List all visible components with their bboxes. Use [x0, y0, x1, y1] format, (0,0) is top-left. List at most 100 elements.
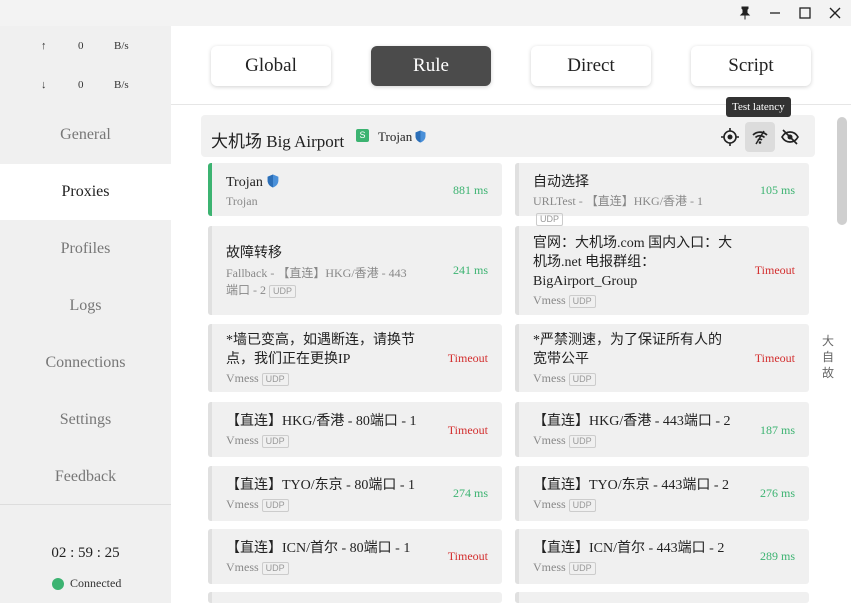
- test-latency-icon[interactable]: [745, 122, 775, 152]
- proxy-type: Vmess UDP: [533, 432, 723, 449]
- proxy-card[interactable]: 【直连】HKG/香港 - 80端口 - 1 Vmess UDP Timeout: [208, 402, 502, 457]
- proxy-type: Trojan: [226, 193, 416, 210]
- sidebar-item-general[interactable]: General: [0, 107, 171, 163]
- proxy-card[interactable]: Trojan Trojan 881 ms: [208, 163, 502, 216]
- minimize-icon[interactable]: [764, 4, 786, 22]
- proxy-card[interactable]: 官网：大机场.com 国内入口：大机场.net 电报群组：BigAirport_…: [515, 226, 809, 315]
- proxy-name-text: *墙已变高，如遇断连，请换节点，我们正在更换IP: [226, 333, 415, 367]
- selection-bar: [208, 466, 212, 521]
- udp-badge: UDP: [568, 498, 596, 512]
- selection-bar: [515, 402, 519, 457]
- latency-value[interactable]: Timeout: [755, 263, 795, 278]
- proxy-type-text: URLTest - 【直连】HKG/香港 - 1: [533, 194, 704, 208]
- download-arrow-icon: ↓: [41, 79, 47, 91]
- proxy-name-text: 【直连】HKG/香港 - 80端口 - 1: [226, 414, 417, 429]
- proxy-name-text: *严禁测速，为了保证所有人的宽带公平: [533, 333, 722, 367]
- latency-value[interactable]: 187 ms: [760, 423, 795, 438]
- selection-bar: [515, 163, 519, 216]
- selection-bar: [208, 592, 212, 603]
- proxy-name: 故障转移: [226, 244, 426, 263]
- selection-bar: [208, 402, 212, 457]
- proxy-name-text: 故障转移: [226, 246, 282, 261]
- udp-badge: UDP: [568, 372, 596, 386]
- selection-bar: [208, 529, 212, 584]
- latency-value[interactable]: Timeout: [755, 351, 795, 366]
- side-note: 大自故: [822, 334, 835, 380]
- sidebar-item-connections[interactable]: Connections: [0, 335, 171, 391]
- proxy-name-text: 【直连】HKG/香港 - 443端口 - 2: [533, 414, 731, 429]
- latency-value[interactable]: Timeout: [448, 549, 488, 564]
- latency-value[interactable]: 241 ms: [453, 263, 488, 278]
- proxy-card[interactable]: [515, 592, 809, 603]
- close-icon[interactable]: [824, 4, 846, 22]
- proxy-type-text: Vmess: [226, 433, 259, 447]
- proxy-name-text: 【直连】TYO/东京 - 80端口 - 1: [226, 478, 415, 493]
- proxy-type: Vmess UDP: [533, 370, 723, 387]
- proxy-type: Vmess UDP: [226, 496, 416, 513]
- proxy-name: 【直连】ICN/首尔 - 80端口 - 1: [226, 539, 426, 558]
- mode-global-button[interactable]: Global: [211, 46, 331, 86]
- sidebar-item-feedback[interactable]: Feedback: [0, 449, 171, 505]
- selection-bar: [515, 529, 519, 584]
- proxy-type: Vmess UDP: [533, 496, 723, 513]
- proxy-name-text: 官网：大机场.com 国内入口：大机场.net 电报群组：BigAirport_…: [533, 236, 733, 289]
- tooltip: Test latency: [726, 97, 791, 117]
- latency-value[interactable]: 881 ms: [453, 183, 488, 198]
- sidebar-item-profiles[interactable]: Profiles: [0, 221, 171, 277]
- shield-icon: [415, 130, 426, 143]
- upload-value: 0: [78, 40, 84, 52]
- status-dot-icon: [52, 577, 64, 590]
- udp-badge: UDP: [568, 434, 596, 448]
- locate-icon[interactable]: [715, 122, 745, 152]
- proxy-type: Vmess UDP: [533, 559, 723, 576]
- selection-bar: [208, 163, 212, 216]
- selection-bar: [515, 466, 519, 521]
- mode-direct-button[interactable]: Direct: [531, 46, 651, 86]
- latency-value[interactable]: 105 ms: [760, 183, 795, 198]
- proxy-card[interactable]: 【直连】TYO/东京 - 80端口 - 1 Vmess UDP 274 ms: [208, 466, 502, 521]
- proxy-card[interactable]: 故障转移 Fallback - 【直连】HKG/香港 - 443端口 - 2 UDP…: [208, 226, 502, 315]
- proxy-type: Fallback - 【直连】HKG/香港 - 443端口 - 2 UDP: [226, 265, 416, 299]
- proxy-name: 自动选择: [533, 173, 733, 192]
- latency-value[interactable]: 289 ms: [760, 549, 795, 564]
- proxy-name: 官网：大机场.com 国内入口：大机场.net 电报群组：BigAirport_…: [533, 234, 733, 291]
- proxy-card[interactable]: *墙已变高，如遇断连，请换节点，我们正在更换IP Vmess UDP Timeout: [208, 324, 502, 392]
- latency-value[interactable]: 276 ms: [760, 486, 795, 501]
- sidebar-item-proxies[interactable]: Proxies: [0, 164, 171, 220]
- hide-unavailable-icon[interactable]: [775, 122, 805, 152]
- sidebar-item-settings[interactable]: Settings: [0, 392, 171, 448]
- udp-badge: UDP: [269, 284, 297, 298]
- proxy-name-text: 【直连】ICN/首尔 - 80端口 - 1: [226, 541, 411, 556]
- proxy-type-text: Vmess: [226, 497, 259, 511]
- selection-bar: [515, 324, 519, 392]
- udp-badge: UDP: [568, 294, 596, 308]
- sidebar-item-logs[interactable]: Logs: [0, 278, 171, 334]
- proxy-card[interactable]: *严禁测速，为了保证所有人的宽带公平 Vmess UDP Timeout: [515, 324, 809, 392]
- proxy-name: *严禁测速，为了保证所有人的宽带公平: [533, 331, 733, 369]
- proxy-card[interactable]: 【直连】ICN/首尔 - 443端口 - 2 Vmess UDP 289 ms: [515, 529, 809, 584]
- proxy-type: Vmess UDP: [533, 292, 723, 309]
- mode-script-button[interactable]: Script: [691, 46, 811, 86]
- proxy-card[interactable]: 自动选择 URLTest - 【直连】HKG/香港 - 1 UDP 105 ms: [515, 163, 809, 226]
- maximize-icon[interactable]: [794, 4, 816, 22]
- latency-value[interactable]: Timeout: [448, 423, 488, 438]
- latency-value[interactable]: Timeout: [448, 351, 488, 366]
- udp-badge: UDP: [261, 561, 289, 575]
- proxy-card[interactable]: 【直连】HKG/香港 - 443端口 - 2 Vmess UDP 187 ms: [515, 402, 809, 457]
- upload-arrow-icon: ↑: [41, 40, 47, 52]
- mode-rule-button[interactable]: Rule: [371, 46, 491, 86]
- pin-icon[interactable]: [734, 4, 756, 22]
- proxy-card[interactable]: [208, 592, 502, 603]
- scrollbar[interactable]: [837, 117, 847, 225]
- upload-traffic: ↑ 0 B/s: [0, 37, 171, 57]
- proxy-group-header[interactable]: 大机场 Big Airport S Trojan: [201, 115, 815, 157]
- proxy-name-text: 【直连】ICN/首尔 - 443端口 - 2: [533, 541, 725, 556]
- udp-badge: UDP: [261, 372, 289, 386]
- udp-badge: UDP: [568, 561, 596, 575]
- proxy-card[interactable]: 【直连】TYO/东京 - 443端口 - 2 Vmess UDP 276 ms: [515, 466, 809, 521]
- proxy-card[interactable]: 【直连】ICN/首尔 - 80端口 - 1 Vmess UDP Timeout: [208, 529, 502, 584]
- proxy-type: URLTest - 【直连】HKG/香港 - 1 UDP: [533, 193, 723, 227]
- latency-value[interactable]: 274 ms: [453, 486, 488, 501]
- title-bar: [0, 0, 851, 26]
- upload-unit: B/s: [114, 40, 129, 52]
